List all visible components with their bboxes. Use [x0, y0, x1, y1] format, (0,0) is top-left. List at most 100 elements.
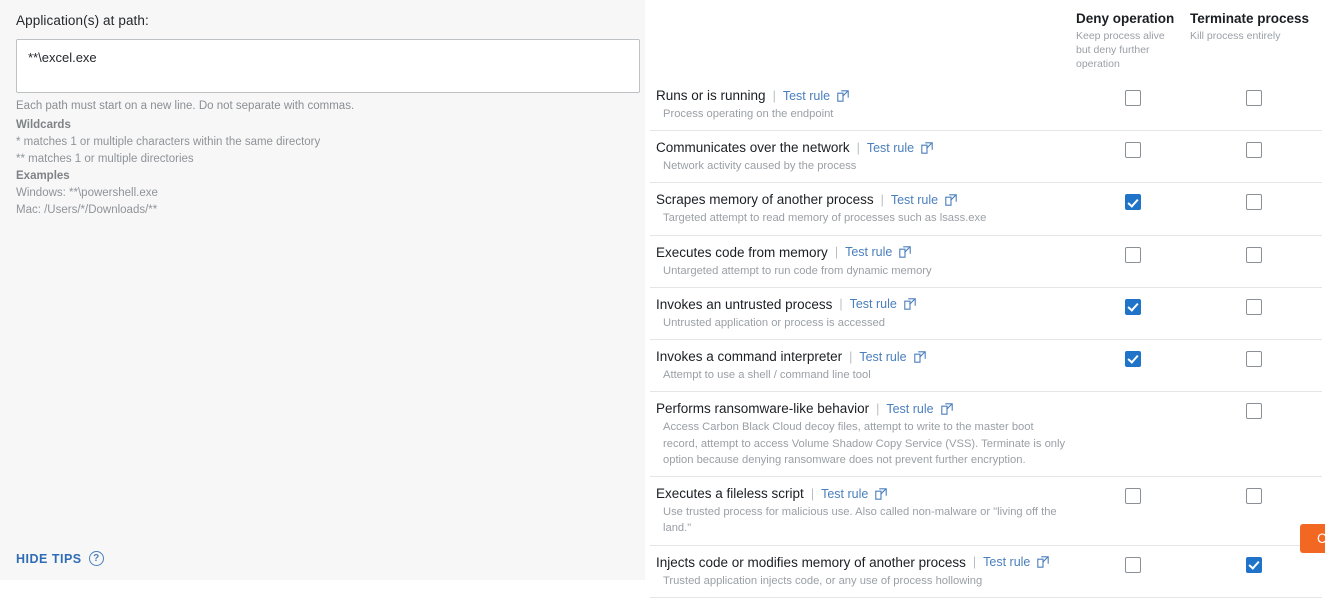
terminate-process-checkbox[interactable]: [1246, 90, 1262, 106]
external-link-icon[interactable]: [940, 403, 953, 415]
rule-title: Executes a fileless script: [656, 486, 804, 502]
table-row: Executes code from memory | Test rule Untar…: [650, 234, 1322, 287]
test-rule-link[interactable]: Test rule: [850, 297, 897, 311]
table-row: Invokes a command interpreter | Test rule A…: [650, 339, 1322, 391]
path-label: Application(s) at path:: [16, 13, 149, 28]
terminate-process-checkbox[interactable]: [1246, 194, 1262, 211]
external-link-icon[interactable]: [904, 298, 916, 311]
application-path-input[interactable]: [16, 39, 640, 93]
terminate-process-checkbox[interactable]: [1246, 246, 1262, 263]
hide-tips-label: HIDE TIPS: [16, 551, 82, 566]
rule-title-line: Executes a fileless script | Test rule: [656, 486, 1071, 501]
rule-title: Scrapes memory of another process: [656, 192, 874, 208]
separator: |: [849, 349, 853, 364]
deny-operation-checkbox[interactable]: [1125, 351, 1141, 368]
separator: |: [810, 486, 815, 501]
column-headers: Deny operation Keep process alive but de…: [645, 11, 1325, 79]
rule-title-line: Performs ransomware-like behavior | Test r…: [656, 401, 1071, 416]
confirm-button[interactable]: Confirm: [1300, 524, 1325, 553]
terminate-process-checkbox[interactable]: [1246, 142, 1262, 159]
external-link-icon[interactable]: [875, 487, 888, 500]
test-rule-link[interactable]: Test rule: [859, 350, 906, 364]
deny-operation-checkbox[interactable]: [1125, 488, 1141, 505]
rule-title: Communicates over the network: [656, 140, 850, 156]
example-line-windows: Windows: **\powershell.exe: [16, 187, 158, 200]
rule-description: Attempt to use a shell / command line to…: [663, 369, 871, 382]
tips-block: Wildcards * matches 1 or multiple charac…: [16, 117, 320, 219]
terminate-process-checkbox[interactable]: [1246, 488, 1262, 505]
test-rule-link[interactable]: Test rule: [821, 487, 868, 501]
rule-text: Invokes a command interpreter | Test rule A…: [650, 349, 1071, 383]
test-rule-link[interactable]: Test rule: [886, 402, 933, 416]
column-header-deny-title: Deny operation: [1076, 11, 1175, 26]
table-row: Executes a fileless script | Test rule Use …: [650, 476, 1322, 544]
rule-description: Untargeted attempt to run code from dyna…: [663, 264, 932, 277]
table-row: Scrapes memory of another process | Test r…: [650, 182, 1322, 234]
terminate-process-checkbox[interactable]: [1246, 298, 1262, 315]
path-helper-note: Each path must start on a new line. Do n…: [16, 100, 355, 112]
column-header-terminate-title: Terminate process: [1190, 11, 1310, 26]
rule-text: Executes a fileless script | Test rule Use …: [650, 486, 1071, 536]
rule-description: Access Carbon Black Cloud decoy files, a…: [663, 421, 1066, 466]
column-header-terminate-subtitle: Kill process entirely: [1190, 30, 1281, 42]
behaviors-panel: Deny operation Keep process alive but de…: [645, 0, 1325, 598]
rule-title: Invokes a command interpreter: [656, 349, 843, 365]
test-rule-link[interactable]: Test rule: [867, 141, 914, 155]
external-link-icon[interactable]: [945, 194, 957, 206]
external-link-icon[interactable]: [921, 141, 933, 154]
separator: |: [772, 88, 776, 103]
rule-description: Trusted application injects code, or any…: [663, 574, 983, 587]
rule-title-line: Runs or is running | Test rule: [656, 88, 1071, 103]
external-link-icon[interactable]: [899, 246, 912, 258]
separator: |: [972, 555, 977, 570]
terminate-process-checkbox[interactable]: [1246, 351, 1262, 368]
separator: |: [880, 192, 884, 207]
test-rule-link[interactable]: Test rule: [783, 89, 830, 103]
rule-text: Performs ransomware-like behavior | Test r…: [650, 401, 1071, 468]
deny-operation-checkbox[interactable]: [1125, 90, 1141, 106]
external-link-icon[interactable]: [913, 350, 926, 363]
test-rule-link[interactable]: Test rule: [983, 555, 1030, 569]
rule-title-line: Executes code from memory | Test rule: [656, 245, 1071, 260]
rule-title: Performs ransomware-like behavior: [656, 401, 870, 417]
rule-description: Network activity caused by the process: [663, 160, 857, 173]
rule-title-line: Communicates over the network | Test rule: [656, 140, 1071, 155]
table-row: Injects code or modifies memory of anoth…: [650, 544, 1322, 598]
rule-text: Injects code or modifies memory of anoth…: [650, 555, 1071, 589]
external-link-icon[interactable]: [1037, 556, 1050, 568]
deny-operation-checkbox[interactable]: [1125, 298, 1141, 315]
rule-text: Communicates over the network | Test rule N…: [650, 140, 1071, 174]
deny-operation-checkbox[interactable]: [1125, 556, 1141, 573]
rule-description: Use trusted process for malicious use. A…: [663, 506, 1057, 535]
wildcard-line-2: ** matches 1 or multiple directories: [16, 153, 194, 166]
rule-title-line: Scrapes memory of another process | Test r…: [656, 192, 1071, 207]
wildcard-line-1: * matches 1 or multiple characters withi…: [16, 136, 321, 149]
table-row: Performs ransomware-like behavior | Test r…: [650, 391, 1322, 476]
column-header-deny-subtitle: Keep process alive but deny further oper…: [1076, 30, 1165, 71]
terminate-process-checkbox[interactable]: [1246, 556, 1262, 573]
help-icon[interactable]: ?: [88, 551, 104, 566]
tips-panel: Application(s) at path: Each path must s…: [0, 0, 645, 580]
deny-operation-checkbox[interactable]: [1125, 194, 1141, 211]
deny-operation-checkbox[interactable]: [1125, 246, 1141, 263]
column-header-deny: Deny operation Keep process alive but de…: [1076, 11, 1181, 72]
rule-title: Invokes an untrusted process: [656, 296, 833, 312]
test-rule-link[interactable]: Test rule: [891, 193, 938, 207]
rule-description: Process operating on the endpoint: [663, 108, 834, 120]
separator: |: [839, 297, 843, 312]
deny-operation-checkbox[interactable]: [1125, 142, 1141, 159]
rule-description: Untrusted application or process is acce…: [663, 316, 885, 329]
test-rule-link[interactable]: Test rule: [845, 245, 892, 259]
rule-text: Runs or is running | Test rule Process oper…: [650, 88, 1071, 122]
separator: |: [856, 140, 860, 155]
table-row: Communicates over the network | Test rule N…: [650, 130, 1322, 182]
example-line-mac: Mac: /Users/*/Downloads/**: [16, 204, 158, 217]
rule-description: Targeted attempt to read memory of proce…: [663, 212, 987, 225]
hide-tips-button[interactable]: HIDE TIPS ?: [16, 551, 104, 566]
terminate-process-checkbox[interactable]: [1246, 403, 1262, 420]
rule-text: Scrapes memory of another process | Test r…: [650, 192, 1071, 226]
wildcards-heading: Wildcards: [16, 119, 71, 131]
rule-text: Executes code from memory | Test rule Untar…: [650, 245, 1071, 279]
rule-title-line: Invokes an untrusted process | Test rule: [656, 297, 1071, 312]
external-link-icon[interactable]: [837, 89, 849, 102]
